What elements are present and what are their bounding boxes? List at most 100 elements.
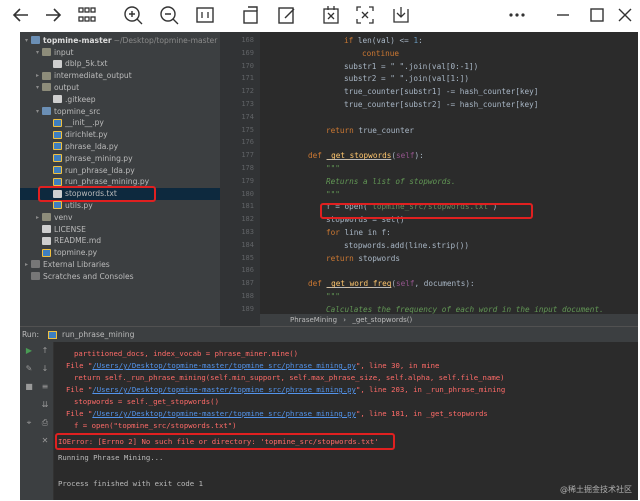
breadcrumb-method[interactable]: _get_stopwords() bbox=[352, 316, 412, 324]
output-line-6: File "/Users/y/Desktop/topmine-master/to… bbox=[66, 409, 488, 418]
code-line: Returns a list of stopwords. bbox=[326, 176, 456, 186]
expand-arrow-icon[interactable]: ▾ bbox=[33, 108, 42, 115]
tree-item[interactable]: dirichlet.py bbox=[44, 129, 108, 141]
line-number: 176 bbox=[241, 138, 254, 147]
output-link-3[interactable]: /Users/y/Desktop/topmine-master/topmine_… bbox=[92, 409, 356, 418]
run-config-tab[interactable]: run_phrase_mining bbox=[62, 330, 134, 339]
output-line-7: f = open("topmine_src/stopwords.txt") bbox=[74, 421, 237, 430]
soft-wrap-icon[interactable]: ≡ bbox=[40, 382, 50, 392]
output-link-1[interactable]: /Users/y/Desktop/topmine-master/topmine_… bbox=[92, 361, 356, 370]
breadcrumb-class[interactable]: PhraseMining bbox=[290, 316, 337, 324]
line-number: 179 bbox=[241, 176, 254, 185]
tree-item[interactable]: ▸ External Libraries bbox=[22, 258, 110, 270]
line-number: 181 bbox=[241, 202, 254, 211]
fit-icon[interactable] bbox=[194, 4, 216, 26]
crop-icon[interactable] bbox=[354, 4, 376, 26]
back-icon[interactable] bbox=[10, 4, 32, 26]
tree-item[interactable]: .gitkeep bbox=[44, 93, 96, 105]
line-number: 171 bbox=[241, 74, 254, 83]
tree-item[interactable]: README.md bbox=[33, 235, 101, 247]
highlight-box-open-call bbox=[320, 203, 533, 219]
edit-icon[interactable] bbox=[276, 4, 298, 26]
print-icon[interactable]: ⎙ bbox=[40, 418, 50, 428]
code-line: def _get_word_freq(self, documents): bbox=[308, 279, 475, 289]
python-file-icon bbox=[53, 201, 62, 210]
tree-item[interactable]: ▸ venv bbox=[33, 211, 73, 223]
tree-item-label: External Libraries bbox=[43, 259, 110, 269]
scroll-end-icon[interactable]: ⇊ bbox=[40, 400, 50, 410]
tree-item[interactable]: stopwords.txt bbox=[44, 188, 117, 200]
line-number: 186 bbox=[241, 266, 254, 275]
tree-item[interactable]: phrase_mining.py bbox=[44, 152, 133, 164]
stop-icon[interactable]: ■ bbox=[24, 382, 34, 392]
code-editor[interactable]: 168 169 170 171 172 173 174 175 176 177 178 179 180 1… bbox=[220, 32, 638, 326]
tree-item[interactable]: run_phrase_lda.py bbox=[44, 164, 135, 176]
folder-icon bbox=[42, 83, 51, 92]
run-label: Run: bbox=[22, 330, 40, 339]
minimize-icon[interactable] bbox=[552, 4, 574, 26]
output-line-3: return self._run_phrase_mining(self.min_… bbox=[74, 373, 505, 382]
tree-item-label: phrase_mining.py bbox=[65, 153, 133, 163]
maximize-icon[interactable] bbox=[586, 4, 608, 26]
code-line: if len(val) <= 1: bbox=[344, 36, 423, 45]
tree-item-label: topmine_src bbox=[54, 106, 101, 116]
output-link-2[interactable]: /Users/y/Desktop/topmine-master/topmine_… bbox=[92, 385, 356, 394]
tree-item[interactable]: topmine.py bbox=[33, 247, 97, 259]
tree-item-label: dirichlet.py bbox=[65, 130, 108, 140]
scroll-down-icon[interactable]: ↓ bbox=[40, 364, 50, 374]
tree-root[interactable]: ▾ topmine-master ~/Desktop/topmine-maste… bbox=[22, 34, 217, 46]
line-number: 184 bbox=[241, 240, 254, 249]
line-number: 185 bbox=[241, 253, 254, 262]
more-icon[interactable] bbox=[506, 4, 528, 26]
tree-item[interactable]: Scratches and Consoles bbox=[22, 270, 134, 282]
text-file-icon bbox=[42, 236, 51, 245]
tree-item[interactable]: ▾ input bbox=[33, 46, 74, 58]
tree-item[interactable]: ▾ topmine_src bbox=[33, 105, 100, 117]
line-number: 169 bbox=[241, 48, 254, 57]
folder-icon bbox=[42, 71, 51, 80]
tree-item[interactable]: ▸ intermediate_output bbox=[33, 70, 132, 82]
grid-icon[interactable] bbox=[76, 4, 98, 26]
rotate-icon[interactable] bbox=[240, 4, 262, 26]
code-line: for line in f: bbox=[326, 228, 391, 237]
scroll-up-icon[interactable]: ↑ bbox=[40, 346, 50, 356]
project-tree: ▾ topmine-master ~/Desktop/topmine-maste… bbox=[20, 32, 220, 326]
expand-arrow-icon[interactable]: ▸ bbox=[33, 214, 42, 221]
python-file-icon bbox=[53, 142, 62, 151]
close-icon[interactable] bbox=[614, 4, 636, 26]
line-number: 178 bbox=[241, 164, 254, 172]
tree-item[interactable]: ▾ output bbox=[33, 81, 79, 93]
tree-item-label: intermediate_output bbox=[54, 71, 132, 81]
tree-item[interactable]: LICENSE bbox=[33, 223, 86, 235]
code-line: true_counter[substr1] -= hash_counter[ke… bbox=[344, 87, 539, 97]
expand-arrow-icon[interactable]: ▾ bbox=[33, 84, 42, 91]
zoom-in-icon[interactable] bbox=[122, 4, 144, 26]
run-tab-bar: Run: run_phrase_mining bbox=[20, 326, 638, 342]
expand-arrow-icon[interactable]: ▾ bbox=[33, 49, 42, 56]
tree-item-label: utils.py bbox=[65, 200, 93, 210]
code-line: continue bbox=[362, 48, 400, 58]
tree-item-label: venv bbox=[54, 212, 73, 222]
wrench-icon[interactable]: ✎ bbox=[24, 364, 34, 374]
run-toolbar: ▶ ↑ ✎ ↓ ■ ≡ ⇊ ⌖ ⎙ ✕ bbox=[20, 342, 54, 500]
pin-icon[interactable]: ⌖ bbox=[24, 418, 34, 428]
python-file-icon bbox=[53, 154, 62, 163]
expand-arrow-icon[interactable]: ▸ bbox=[33, 72, 42, 79]
expand-arrow-icon[interactable]: ▸ bbox=[22, 261, 31, 268]
run-console[interactable]: ▶ ↑ ✎ ↓ ■ ≡ ⇊ ⌖ ⎙ ✕ partitioned_docs, in… bbox=[20, 342, 638, 500]
download-icon[interactable] bbox=[390, 4, 412, 26]
tree-item[interactable]: utils.py bbox=[44, 199, 93, 211]
line-gutter: 168 169 170 171 172 173 174 175 176 177 178 179 180 1… bbox=[220, 32, 260, 326]
tree-item-label: run_phrase_lda.py bbox=[65, 165, 135, 175]
zoom-out-icon[interactable] bbox=[158, 4, 180, 26]
code-line: substr2 = " ".join(val[1:]) bbox=[344, 74, 469, 84]
trash-icon[interactable]: ✕ bbox=[40, 436, 50, 446]
tree-item[interactable]: __init__.py bbox=[44, 117, 104, 129]
rerun-icon[interactable]: ▶ bbox=[24, 346, 34, 356]
grid-select-icon[interactable] bbox=[320, 4, 342, 26]
tree-item-label: run_phrase_mining.py bbox=[65, 177, 150, 187]
folder-icon bbox=[42, 107, 51, 115]
tree-item[interactable]: phrase_lda.py bbox=[44, 140, 118, 152]
tree-item[interactable]: dblp_5k.txt bbox=[44, 58, 107, 70]
forward-icon[interactable] bbox=[42, 4, 64, 26]
